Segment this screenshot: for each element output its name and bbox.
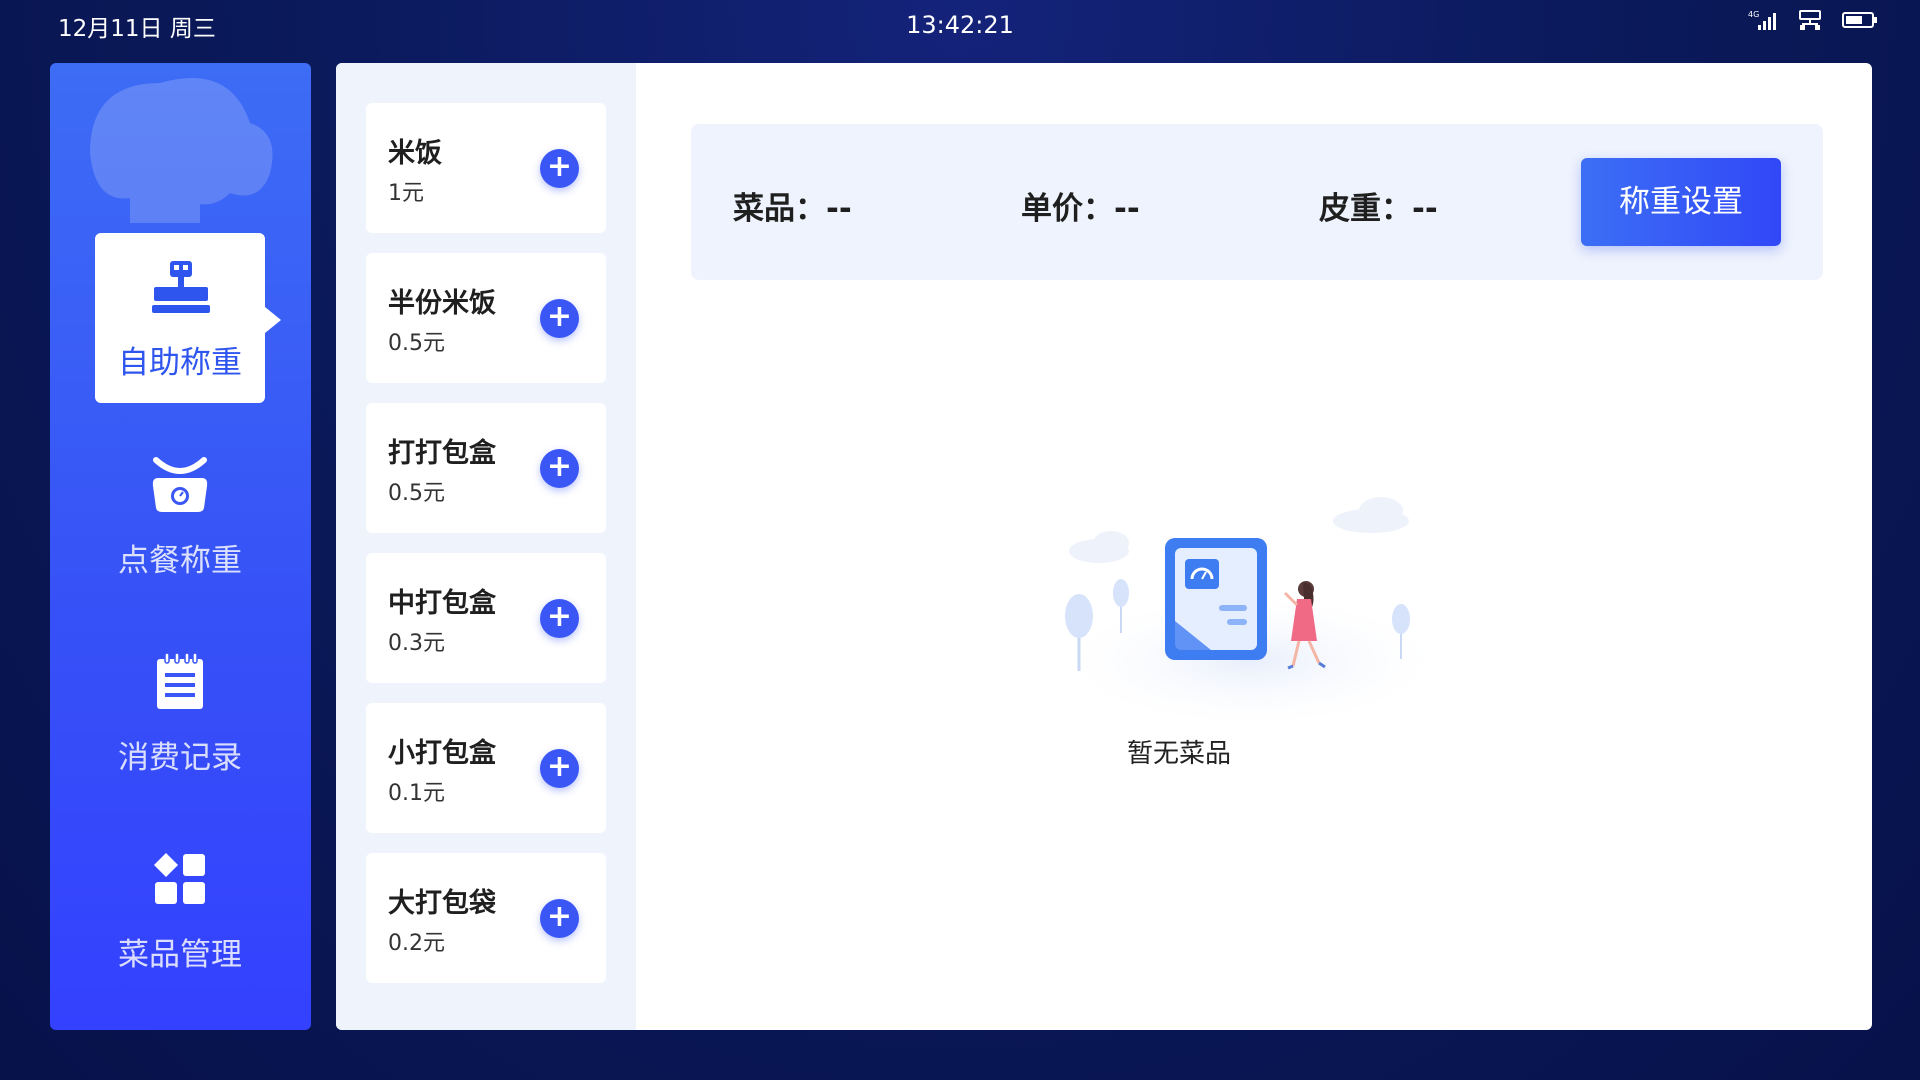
sidebar-item-label: 菜品管理 <box>118 936 242 973</box>
dish-price: 0.3元 <box>388 631 445 656</box>
dish-card-medium-box[interactable]: 中打包盒 0.3元 + <box>366 553 606 683</box>
price-info-label: 单价：-- <box>1021 191 1140 227</box>
dish-name: 米饭 <box>388 138 442 169</box>
dish-card-large-bag[interactable]: 大打包袋 0.2元 + <box>366 853 606 983</box>
add-dish-button[interactable]: + <box>540 449 579 488</box>
add-dish-button[interactable]: + <box>540 299 579 338</box>
sidebar-item-consumption-records[interactable]: 消费记录 <box>95 628 265 798</box>
dish-name: 中打包盒 <box>388 588 496 619</box>
signal-4g-icon: 4G <box>1748 9 1778 35</box>
weighing-info-bar: 菜品：-- 单价：-- 皮重：-- 称重设置 <box>691 124 1823 280</box>
dish-price: 0.2元 <box>388 931 445 956</box>
tare-info: 皮重：-- <box>1319 183 1438 228</box>
dish-price: 0.1元 <box>388 781 445 806</box>
status-time: 13:42:21 <box>906 11 1014 39</box>
sidebar: 自助称重 点餐称重 消费记录 菜品管理 <box>50 63 311 1030</box>
status-icons: 4G <box>1748 9 1878 35</box>
sidebar-item-label: 自助称重 <box>118 344 242 381</box>
dish-card-half-rice[interactable]: 半份米饭 0.5元 + <box>366 253 606 383</box>
dish-price: 0.5元 <box>388 481 445 506</box>
grid-apps-icon <box>148 847 212 911</box>
sidebar-item-order-weighing[interactable]: 点餐称重 <box>95 431 265 601</box>
tare-info-label: 皮重：-- <box>1319 191 1438 227</box>
dish-list: 米饭 1元 + 半份米饭 0.5元 + 打打包盒 0.5元 + 中打包盒 0.3… <box>336 63 636 1030</box>
dish-price: 0.5元 <box>388 331 445 356</box>
dish-name: 半份米饭 <box>388 288 496 319</box>
svg-text:4G: 4G <box>1748 10 1759 19</box>
main-panel: 米饭 1元 + 半份米饭 0.5元 + 打打包盒 0.5元 + 中打包盒 0.3… <box>336 63 1872 1030</box>
status-bar: 12月11日 周三 13:42:21 4G <box>0 0 1920 52</box>
dish-info: 菜品：-- <box>733 183 852 228</box>
dish-name: 打打包盒 <box>388 438 496 469</box>
dish-info-label: 菜品：-- <box>733 191 852 227</box>
scale-register-icon <box>148 255 212 319</box>
dish-name: 大打包袋 <box>388 888 496 919</box>
sidebar-item-dish-management[interactable]: 菜品管理 <box>95 825 265 995</box>
empty-state-illustration <box>1041 471 1461 731</box>
weighing-scale-icon <box>148 453 212 517</box>
dish-card-rice[interactable]: 米饭 1元 + <box>366 103 606 233</box>
sidebar-decoration <box>80 63 280 237</box>
empty-state-text: 暂无菜品 <box>1126 739 1231 769</box>
battery-icon <box>1842 10 1878 34</box>
network-icon <box>1798 9 1822 35</box>
sidebar-item-label: 消费记录 <box>118 739 242 776</box>
sidebar-item-label: 点餐称重 <box>118 542 242 579</box>
add-dish-button[interactable]: + <box>540 899 579 938</box>
add-dish-button[interactable]: + <box>540 149 579 188</box>
price-info: 单价：-- <box>1021 183 1140 228</box>
notepad-icon <box>148 650 212 714</box>
dish-price: 1元 <box>388 181 424 206</box>
sidebar-item-self-weighing[interactable]: 自助称重 <box>95 233 281 403</box>
add-dish-button[interactable]: + <box>540 599 579 638</box>
weighing-settings-button[interactable]: 称重设置 <box>1581 158 1781 246</box>
dish-card-large-box[interactable]: 打打包盒 0.5元 + <box>366 403 606 533</box>
